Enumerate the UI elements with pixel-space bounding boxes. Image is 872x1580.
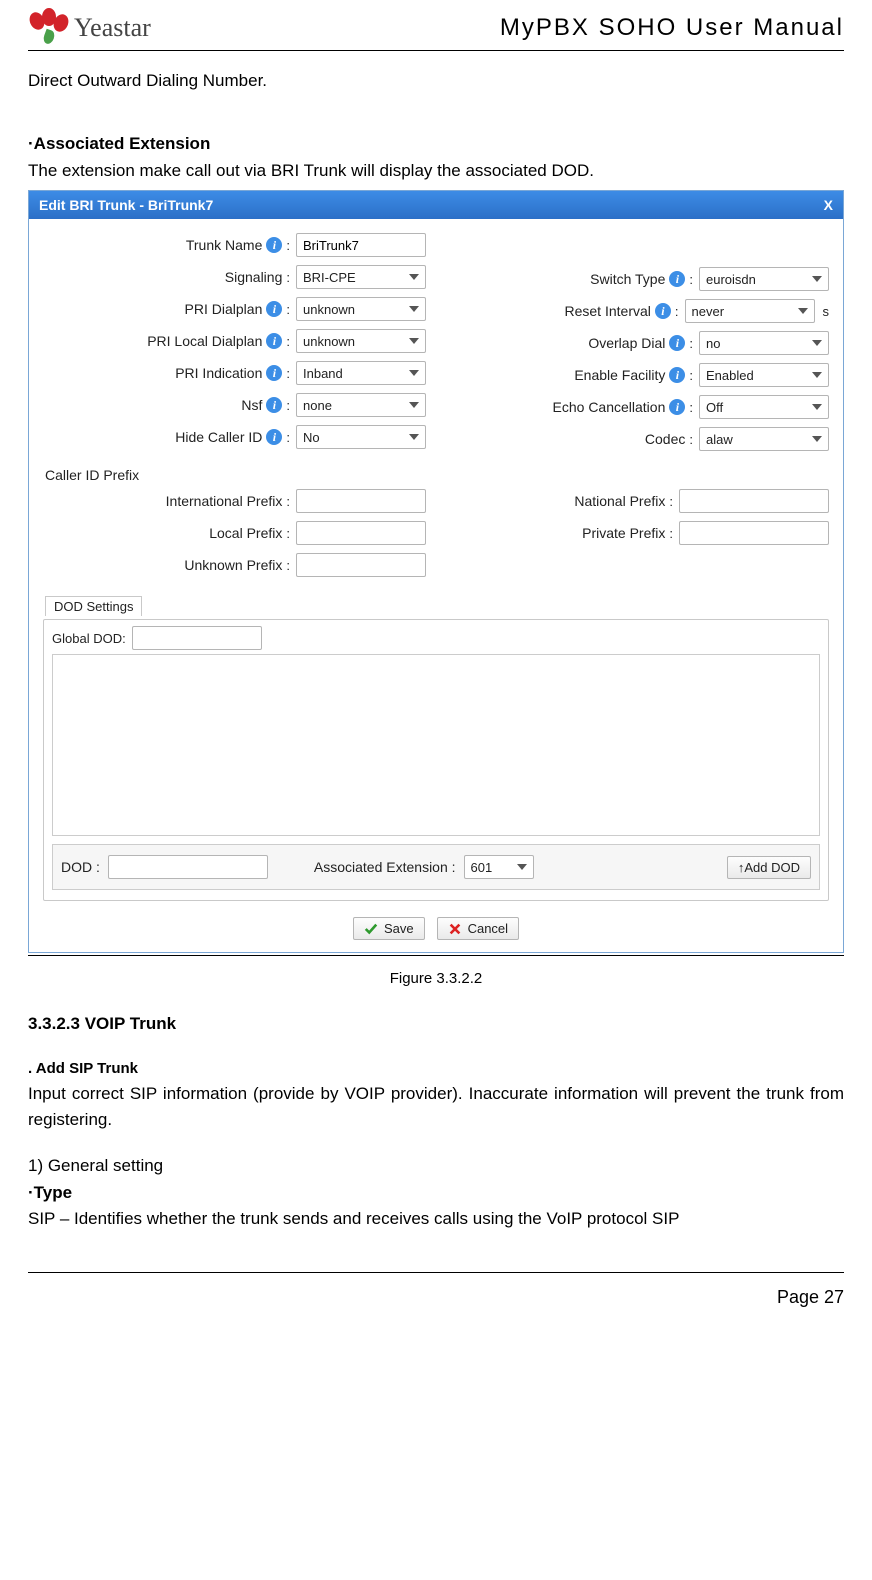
dod-settings-tab: DOD Settings — [45, 596, 142, 616]
trunk-name-label: Trunk Name — [186, 237, 263, 253]
pri-indication-label: PRI Indication — [175, 365, 262, 381]
add-sip-trunk-body: Input correct SIP information (provide b… — [28, 1081, 844, 1134]
hide-caller-id-select[interactable]: No — [296, 425, 426, 449]
check-icon — [364, 922, 378, 936]
codec-label: Codec — [645, 431, 685, 447]
dod-label: DOD : — [61, 859, 100, 875]
close-icon[interactable]: X — [824, 197, 833, 213]
local-prefix-label: Local Prefix — [209, 525, 282, 541]
codec-select[interactable]: alaw — [699, 427, 829, 451]
pri-dialplan-label: PRI Dialplan — [185, 301, 263, 317]
national-prefix-label: National Prefix — [574, 493, 665, 509]
figure-caption: Figure 3.3.2.2 — [28, 970, 844, 987]
global-dod-label: Global DOD: — [52, 631, 126, 646]
reset-interval-unit: s — [823, 304, 830, 319]
general-setting-heading: 1) General setting — [28, 1153, 844, 1179]
private-prefix-input[interactable] — [679, 521, 829, 545]
info-icon[interactable]: i — [669, 399, 685, 415]
add-sip-trunk-heading: . Add SIP Trunk — [28, 1057, 844, 1080]
info-icon[interactable]: i — [266, 365, 282, 381]
assoc-ext-heading: ·Associated Extension — [28, 131, 844, 157]
pri-local-dialplan-select[interactable]: unknown — [296, 329, 426, 353]
overlap-dial-select[interactable]: no — [699, 331, 829, 355]
cross-icon — [448, 922, 462, 936]
reset-interval-select[interactable]: never — [685, 299, 815, 323]
page-number: Page 27 — [777, 1287, 844, 1308]
dod-settings-box: Global DOD: DOD : Associated Extension :… — [43, 619, 829, 901]
voip-trunk-heading: 3.3.2.3 VOIP Trunk — [28, 1011, 844, 1037]
brand-logo: Yeastar — [28, 10, 151, 46]
nsf-select[interactable]: none — [296, 393, 426, 417]
private-prefix-label: Private Prefix — [582, 525, 665, 541]
edit-bri-trunk-dialog: Edit BRI Trunk - BriTrunk7 X Trunk Name … — [28, 190, 844, 953]
pri-local-dialplan-label: PRI Local Dialplan — [147, 333, 262, 349]
info-icon[interactable]: i — [266, 397, 282, 413]
brand-logo-mark — [28, 10, 68, 46]
info-icon[interactable]: i — [266, 333, 282, 349]
assoc-ext-label: Associated Extension : — [314, 859, 456, 875]
local-prefix-input[interactable] — [296, 521, 426, 545]
switch-type-label: Switch Type — [590, 271, 665, 287]
caller-id-prefix-heading: Caller ID Prefix — [45, 467, 829, 483]
unknown-prefix-input[interactable] — [296, 553, 426, 577]
add-dod-button[interactable]: ↑Add DOD — [727, 856, 811, 879]
type-body: SIP – Identifies whether the trunk sends… — [28, 1206, 844, 1232]
info-icon[interactable]: i — [266, 237, 282, 253]
intro-text: Direct Outward Dialing Number. — [28, 68, 844, 94]
intl-prefix-label: International Prefix — [166, 493, 283, 509]
enable-facility-label: Enable Facility — [574, 367, 665, 383]
switch-type-select[interactable]: euroisdn — [699, 267, 829, 291]
overlap-dial-label: Overlap Dial — [588, 335, 665, 351]
echo-cancel-select[interactable]: Off — [699, 395, 829, 419]
assoc-ext-select[interactable]: 601 — [464, 855, 534, 879]
info-icon[interactable]: i — [669, 335, 685, 351]
intl-prefix-input[interactable] — [296, 489, 426, 513]
dialog-title-text: Edit BRI Trunk - BriTrunk7 — [39, 197, 213, 213]
save-button[interactable]: Save — [353, 917, 425, 940]
cancel-button[interactable]: Cancel — [437, 917, 519, 940]
unknown-prefix-label: Unknown Prefix — [184, 557, 282, 573]
hide-caller-id-label: Hide Caller ID — [175, 429, 262, 445]
reset-interval-label: Reset Interval — [565, 303, 651, 319]
info-icon[interactable]: i — [669, 367, 685, 383]
info-icon[interactable]: i — [266, 429, 282, 445]
nsf-label: Nsf — [241, 397, 262, 413]
info-icon[interactable]: i — [266, 301, 282, 317]
signaling-select[interactable]: BRI-CPE — [296, 265, 426, 289]
pri-dialplan-select[interactable]: unknown — [296, 297, 426, 321]
dialog-titlebar: Edit BRI Trunk - BriTrunk7 X — [29, 191, 843, 219]
pri-indication-select[interactable]: Inband — [296, 361, 426, 385]
global-dod-input[interactable] — [132, 626, 262, 650]
echo-cancel-label: Echo Cancellation — [553, 399, 666, 415]
info-icon[interactable]: i — [655, 303, 671, 319]
brand-name: Yeastar — [74, 13, 151, 43]
doc-title: MyPBX SOHO User Manual — [500, 14, 844, 42]
assoc-ext-body: The extension make call out via BRI Trun… — [28, 158, 844, 184]
dod-list[interactable] — [52, 654, 820, 836]
type-heading: ·Type — [28, 1180, 844, 1206]
dod-input[interactable] — [108, 855, 268, 879]
info-icon[interactable]: i — [669, 271, 685, 287]
national-prefix-input[interactable] — [679, 489, 829, 513]
signaling-label: Signaling — [225, 269, 283, 285]
trunk-name-input[interactable] — [296, 233, 426, 257]
enable-facility-select[interactable]: Enabled — [699, 363, 829, 387]
